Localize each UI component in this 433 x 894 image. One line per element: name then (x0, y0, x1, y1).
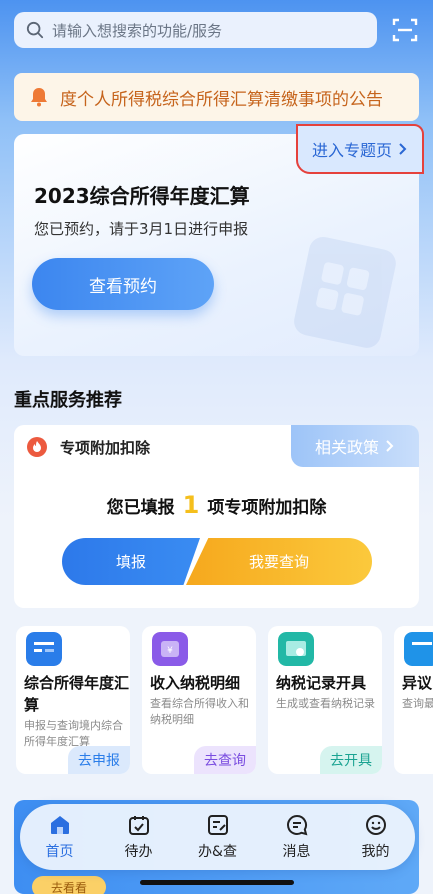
smile-icon (365, 815, 386, 835)
search-bar[interactable]: 请输入想搜索的功能/服务 (14, 12, 377, 48)
tile-action-button[interactable]: 去查询 (194, 746, 256, 774)
message-icon (286, 814, 307, 836)
tile-annual-settlement[interactable]: 综合所得年度汇算 申报与查询境内综合所得年度汇算 去申报 (16, 626, 130, 774)
tile-title: 收入纳税明细 (150, 674, 241, 692)
settlement-subtitle: 您已预约，请于3月1日进行申报 (34, 220, 249, 238)
tab-messages[interactable]: 消息 (257, 804, 336, 870)
calendar-check-icon (128, 816, 149, 835)
decorative-calculator-graphic (294, 236, 396, 348)
tab-todo[interactable]: 待办 (99, 804, 178, 870)
announcement-text: 度个人所得税综合所得汇算清缴事项的公告 (60, 89, 383, 110)
go-see-button[interactable]: 去看看 (32, 876, 106, 894)
policy-label: 相关政策 (314, 438, 379, 457)
document-edit-icon (207, 815, 228, 835)
tile-title: 异议申 (402, 674, 433, 692)
tab-mine[interactable]: 我的 (336, 804, 415, 870)
wallet-icon: ¥ (152, 632, 188, 666)
view-reservation-button[interactable]: 查看预约 (32, 258, 214, 310)
tile-title: 纳税记录开具 (276, 674, 367, 692)
scan-icon[interactable] (392, 17, 418, 43)
tile-action-button[interactable]: 去申报 (68, 746, 130, 774)
tab-handle-check[interactable]: 办&查 (178, 804, 257, 870)
filled-suffix: 项专项附加扣除 (207, 498, 327, 518)
svg-text:¥: ¥ (167, 646, 173, 656)
tile-title: 综合所得年度汇算 (24, 674, 130, 714)
tab-label: 首页 (45, 844, 74, 860)
bell-icon (31, 88, 47, 107)
related-policy-button[interactable]: 相关政策 (291, 425, 419, 467)
flame-icon (27, 437, 47, 457)
tab-label: 待办 (124, 844, 153, 860)
tile-description: 查看综合所得收入和纳税明细 (150, 697, 249, 726)
filled-prefix: 您已填报 (106, 498, 175, 518)
topic-link-label: 进入专题页 (311, 141, 392, 160)
home-indicator (140, 880, 294, 885)
query-button[interactable]: 我要查询 (186, 538, 372, 585)
tile-objection[interactable]: 异议申 查询最结果 (394, 626, 433, 774)
tab-home[interactable]: 首页 (20, 804, 99, 870)
tab-label: 我的 (361, 844, 390, 860)
special-deduction-card: 专项附加扣除 相关政策 您已填报 1 项专项附加扣除 填报 我要查询 (14, 425, 419, 608)
form-icon (26, 632, 62, 666)
certificate-icon (278, 632, 314, 666)
tile-description: 生成或查看纳税记录 (276, 697, 375, 710)
deduction-label: 专项附加扣除 (60, 439, 151, 457)
bottom-tab-bar: 首页 待办 办&查 消息 我的 (20, 804, 415, 870)
tile-description: 查询最结果 (402, 697, 433, 710)
tile-action-button[interactable]: 去开具 (320, 746, 382, 774)
tab-label: 办&查 (198, 844, 237, 860)
tab-label: 消息 (282, 844, 311, 860)
search-placeholder: 请输入想搜索的功能/服务 (52, 21, 223, 40)
fill-report-button[interactable]: 填报 (62, 538, 200, 585)
tile-tax-records[interactable]: 纳税记录开具 生成或查看纳税记录 去开具 (268, 626, 382, 774)
filled-status: 您已填报 1 项专项附加扣除 (14, 491, 419, 519)
section-title: 重点服务推荐 (14, 390, 122, 411)
search-icon (26, 21, 44, 39)
enter-topic-page-button[interactable]: 进入专题页 (296, 124, 424, 174)
settlement-title: 2023综合所得年度汇算 (34, 184, 250, 208)
chevron-right-icon (386, 440, 394, 452)
appeal-icon (404, 632, 433, 666)
chevron-right-icon (399, 143, 407, 155)
home-icon (50, 816, 69, 834)
filled-count: 1 (182, 491, 200, 519)
announcement-banner[interactable]: 度个人所得税综合所得汇算清缴事项的公告 (14, 73, 419, 121)
service-tiles: 综合所得年度汇算 申报与查询境内综合所得年度汇算 去申报 ¥ 收入纳税明细 查看… (16, 626, 433, 774)
tile-income-details[interactable]: ¥ 收入纳税明细 查看综合所得收入和纳税明细 去查询 (142, 626, 256, 774)
